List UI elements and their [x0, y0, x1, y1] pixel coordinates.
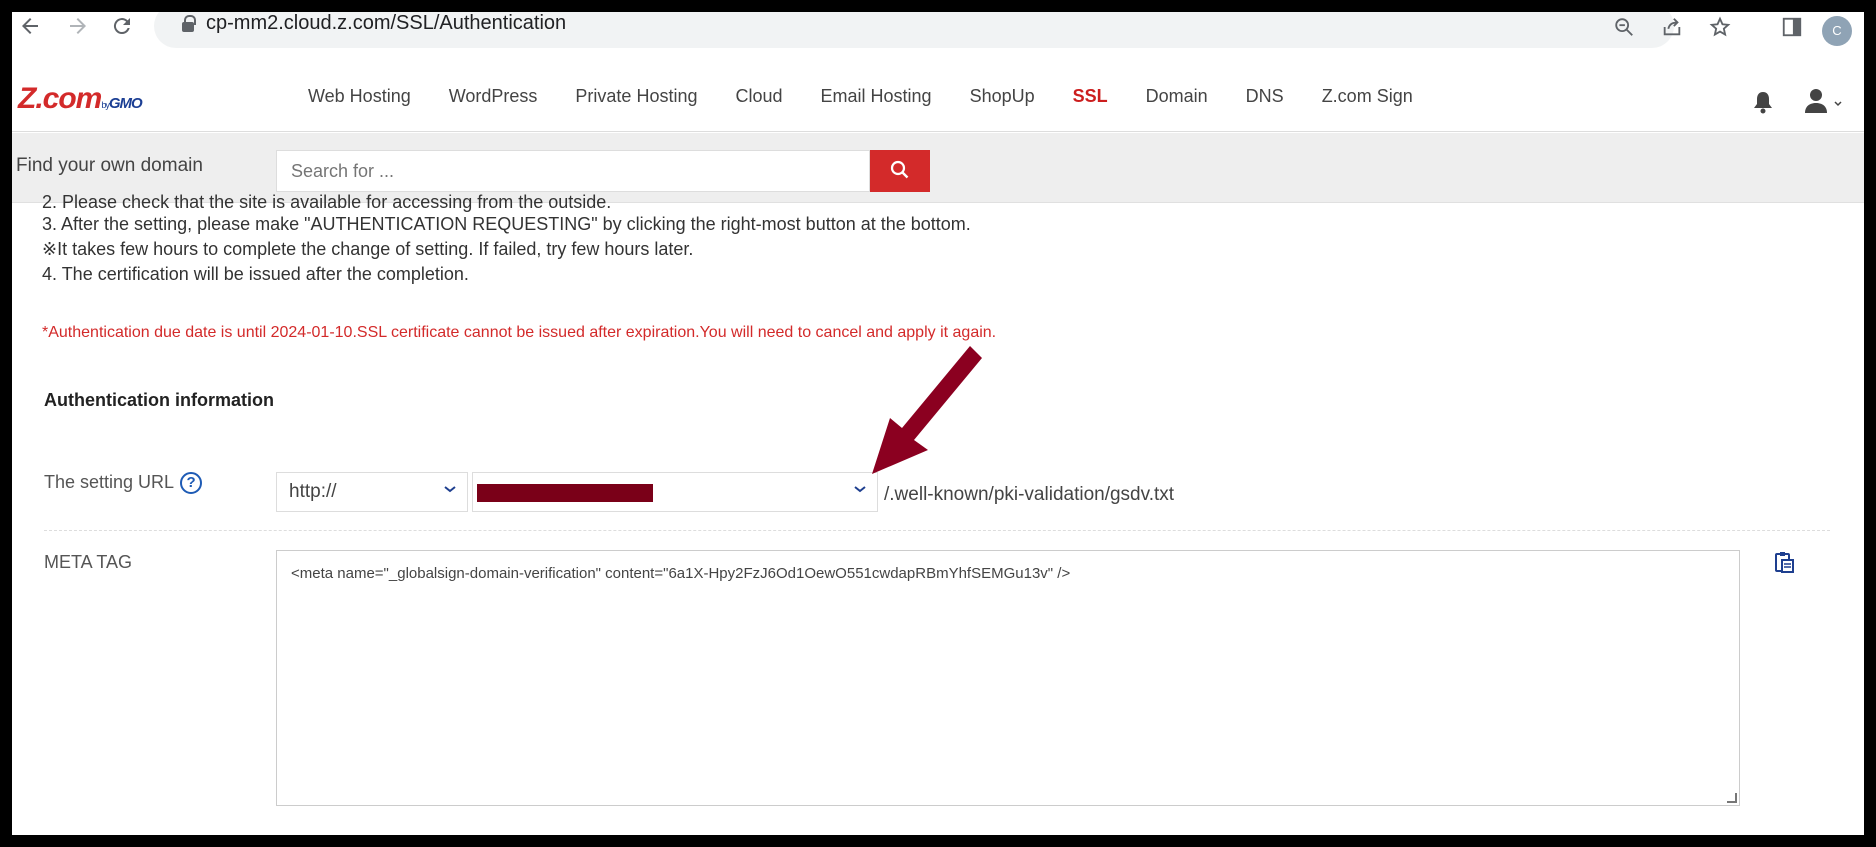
- share-icon[interactable]: [1658, 16, 1686, 44]
- logo-gmo: GMO: [108, 95, 143, 112]
- main-nav: Web Hosting WordPress Private Hosting Cloud…: [308, 86, 1451, 107]
- help-icon[interactable]: ?: [180, 472, 203, 494]
- protocol-value: http://: [289, 481, 337, 502]
- nav-item-ssl[interactable]: SSL: [1073, 86, 1108, 107]
- expiration-warning: *Authentication due date is until 2024-0…: [42, 324, 997, 341]
- lock-icon: [182, 15, 196, 32]
- url-text: cp-mm2.cloud.z.com/SSL/Authentication: [206, 12, 567, 34]
- nav-item-shopup[interactable]: ShopUp: [970, 86, 1035, 107]
- setting-url-label-text: The setting URL: [44, 472, 175, 492]
- meta-tag-label: META TAG: [44, 552, 133, 572]
- search-icon: [890, 160, 909, 178]
- domain-select[interactable]: [472, 472, 878, 512]
- redacted-domain: [477, 484, 653, 502]
- resize-handle[interactable]: [1727, 793, 1737, 803]
- note-text: ※It takes few hours to complete the chan…: [42, 239, 694, 259]
- nav-item-cloud[interactable]: Cloud: [735, 86, 782, 107]
- logo-main: Z.com: [18, 82, 102, 115]
- search-button[interactable]: [870, 150, 930, 192]
- zoom-icon[interactable]: [1610, 16, 1638, 44]
- nav-item-z-com-sign[interactable]: Z.com Sign: [1322, 86, 1413, 107]
- step-3-text: 3. After the setting, please make "AUTHE…: [42, 214, 971, 234]
- search-label: Find your own domain: [16, 155, 203, 176]
- chevron-down-icon: [443, 482, 457, 501]
- clipboard-copy-icon[interactable]: [1772, 550, 1796, 574]
- browser-window: cp-mm2.cloud.z.com/SSL/Authentication C …: [12, 12, 1864, 835]
- setting-url-label: The setting URL?: [44, 472, 203, 494]
- nav-item-private-hosting[interactable]: Private Hosting: [575, 86, 697, 107]
- browser-toolbar: cp-mm2.cloud.z.com/SSL/Authentication C: [12, 12, 1864, 48]
- address-bar[interactable]: cp-mm2.cloud.z.com/SSL/Authentication: [154, 12, 1674, 48]
- bell-icon[interactable]: [1752, 90, 1774, 114]
- back-icon[interactable]: [16, 14, 44, 42]
- validation-path: /.well-known/pki-validation/gsdv.txt: [884, 484, 1175, 505]
- step-4-text: 4. The certification will be issued afte…: [42, 264, 469, 284]
- divider: [44, 530, 1830, 531]
- chevron-down-icon: [853, 482, 867, 501]
- nav-item-email-hosting[interactable]: Email Hosting: [821, 86, 932, 107]
- nav-item-domain[interactable]: Domain: [1146, 86, 1208, 107]
- nav-item-web-hosting[interactable]: Web Hosting: [308, 86, 411, 107]
- meta-tag-value: <meta name="_globalsign-domain-verificat…: [291, 565, 1071, 582]
- reload-icon[interactable]: [108, 14, 136, 42]
- domain-search-input[interactable]: [276, 150, 870, 192]
- section-title: Authentication information: [44, 390, 274, 410]
- logo-by: by: [101, 100, 109, 110]
- annotation-arrow: [872, 346, 982, 474]
- forward-icon[interactable]: [64, 14, 92, 42]
- sidepanel-icon[interactable]: [1778, 16, 1806, 44]
- ssl-auth-content: 2. Please check that the site is availab…: [12, 192, 1864, 835]
- step-2-text: 2. Please check that the site is availab…: [42, 192, 612, 212]
- protocol-select[interactable]: http://: [276, 472, 468, 512]
- meta-tag-textarea[interactable]: <meta name="_globalsign-domain-verificat…: [276, 550, 1740, 806]
- zcom-logo[interactable]: Z.combyGMO: [18, 82, 143, 116]
- nav-item-dns[interactable]: DNS: [1246, 86, 1284, 107]
- nav-item-wordpress[interactable]: WordPress: [449, 86, 538, 107]
- user-menu-icon[interactable]: [1804, 88, 1844, 114]
- star-icon[interactable]: [1706, 16, 1734, 44]
- site-header: Z.combyGMO Web Hosting WordPress Private H…: [12, 60, 1864, 132]
- profile-avatar[interactable]: C: [1822, 16, 1852, 46]
